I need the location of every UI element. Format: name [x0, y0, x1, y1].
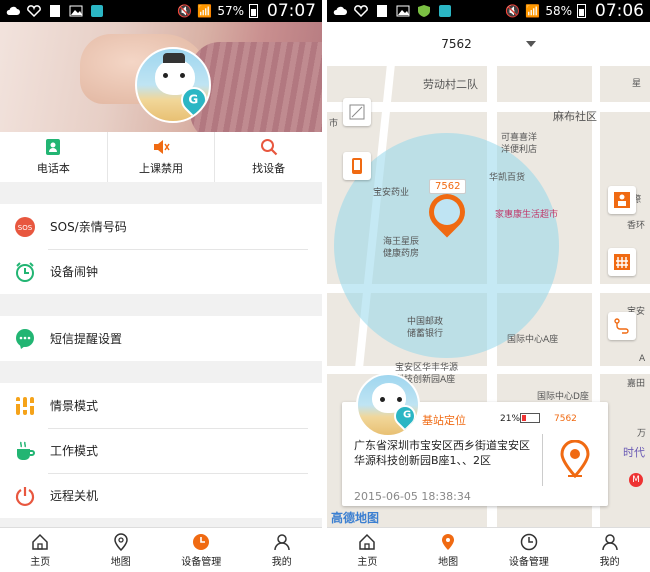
scene-mode-item[interactable]: 情景模式	[0, 383, 322, 428]
cloud-icon	[333, 5, 347, 17]
nav-map[interactable]: 地图	[408, 528, 489, 572]
doc-icon	[375, 5, 389, 17]
menu-group-3: 情景模式 工作模式 远程关机	[0, 383, 322, 518]
clock: 07:07	[267, 1, 316, 21]
status-bar: 🔇 📶 57% 07:07	[0, 0, 322, 22]
sos-icon: SOS	[14, 216, 36, 238]
phonebook-icon	[46, 139, 61, 155]
nav-home[interactable]: 主页	[0, 528, 81, 572]
profile-icon	[601, 533, 618, 550]
nav-profile[interactable]: 我的	[569, 528, 650, 572]
profile-icon	[274, 533, 290, 550]
amap-watermark: 高德地图	[331, 511, 380, 525]
chevron-down-icon	[525, 41, 536, 47]
wifi-icon: 📶	[525, 4, 541, 18]
device-avatar: G	[356, 373, 420, 437]
device-manage-icon	[520, 533, 538, 550]
device-id-label: 7562	[554, 414, 577, 424]
geofence-button[interactable]	[608, 248, 636, 276]
battery-icon	[577, 4, 586, 18]
battery-icon	[249, 4, 258, 18]
avatar[interactable]: G	[135, 47, 211, 123]
mute-icon	[154, 140, 170, 154]
map-layer-button[interactable]	[343, 98, 371, 126]
heart-icon	[27, 5, 41, 18]
quick-actions: 电话本 上课禁用 找设备	[0, 132, 322, 182]
remote-shutdown-item[interactable]: 远程关机	[0, 473, 322, 518]
phone-icon	[352, 158, 362, 174]
alarm-icon	[14, 261, 36, 283]
fence-icon	[614, 254, 630, 270]
scene-icon	[14, 395, 36, 417]
battery-percent: 57%	[217, 4, 244, 18]
home-icon	[32, 533, 48, 550]
map-pin-icon	[442, 533, 455, 550]
phonebook-button[interactable]: 电话本	[0, 132, 108, 182]
app-screenshots: 🔇 📶 57% 07:07 G 电话本 上课禁用 找设备 SOS SOS/亲情号…	[0, 0, 650, 572]
map-view[interactable]: 劳动村二队 麻布社区 可喜喜洋 洋便利店 华凯百货 宝安药业 家惠康生活超市 海…	[327, 66, 650, 527]
mute-status-icon: 🔇	[505, 4, 521, 18]
app-icon	[438, 5, 452, 17]
cloud-icon	[6, 5, 20, 17]
device-management-screen: 🔇 📶 57% 07:07 G 电话本 上课禁用 找设备 SOS SOS/亲情号…	[0, 0, 322, 572]
svg-text:SOS: SOS	[18, 224, 33, 232]
sms-reminder-item[interactable]: 短信提醒设置	[0, 316, 322, 361]
layers-icon	[349, 104, 365, 120]
locate-now-icon[interactable]	[558, 440, 592, 478]
location-type-label: 基站定位	[422, 414, 466, 427]
device-alarm-item[interactable]: 设备闹钟	[0, 249, 322, 294]
nav-home[interactable]: 主页	[327, 528, 408, 572]
device-manage-icon	[193, 533, 210, 550]
address-text: 广东省深圳市宝安区西乡街道宝安区华源科技创新园B座1、、2区	[354, 439, 530, 467]
work-mode-item[interactable]: 工作模式	[0, 428, 322, 473]
person-icon	[614, 192, 630, 208]
nav-profile[interactable]: 我的	[242, 528, 323, 572]
doc-icon	[48, 5, 62, 17]
work-mode-icon	[14, 440, 36, 462]
shield-icon	[417, 5, 431, 17]
power-icon	[14, 485, 36, 507]
bottom-nav: 主页 地图 设备管理 我的	[327, 527, 650, 572]
menu-group-2: 短信提醒设置	[0, 316, 322, 361]
locate-phone-button[interactable]	[343, 152, 371, 180]
menu-group-1: SOS SOS/亲情号码 设备闹钟	[0, 204, 322, 294]
sos-family-numbers-item[interactable]: SOS SOS/亲情号码	[0, 204, 322, 249]
class-mute-button[interactable]: 上课禁用	[108, 132, 216, 182]
map-screen: 🔇 📶 58% 07:06 7562 劳动村二队 麻布社区 可喜喜洋 洋便利店	[327, 0, 650, 572]
map-pin-icon	[113, 532, 128, 551]
image-icon	[396, 5, 410, 17]
map-badge-icon: M	[629, 473, 643, 487]
nav-device-manage[interactable]: 设备管理	[161, 528, 242, 572]
app-icon	[90, 5, 104, 17]
nav-map[interactable]: 地图	[81, 528, 162, 572]
find-device-button[interactable]: 找设备	[215, 132, 322, 182]
home-icon	[359, 533, 376, 550]
device-battery-percent: 21%	[500, 414, 521, 424]
wifi-icon: 📶	[197, 4, 213, 18]
sms-icon	[14, 328, 36, 350]
mute-status-icon: 🔇	[177, 4, 193, 18]
heart-icon	[354, 5, 368, 18]
search-icon	[260, 139, 277, 156]
status-bar: 🔇 📶 58% 07:06	[327, 0, 650, 22]
device-selector[interactable]: 7562	[327, 22, 650, 66]
device-selector-label: 7562	[441, 37, 472, 51]
battery-percent: 58%	[545, 4, 572, 18]
device-marker-label: 7562	[429, 179, 467, 194]
profile-header-photo: G	[0, 22, 322, 132]
battery-low-icon	[520, 413, 540, 423]
image-icon	[69, 5, 83, 17]
location-timestamp: 2015-06-05 18:38:34	[354, 490, 471, 503]
track-playback-button[interactable]	[608, 312, 636, 340]
nav-device-manage[interactable]: 设备管理	[489, 528, 570, 572]
fence-user-button[interactable]	[608, 186, 636, 214]
clock: 07:06	[595, 1, 644, 21]
route-icon	[614, 318, 629, 334]
bottom-nav: 主页 地图 设备管理 我的	[0, 527, 322, 572]
